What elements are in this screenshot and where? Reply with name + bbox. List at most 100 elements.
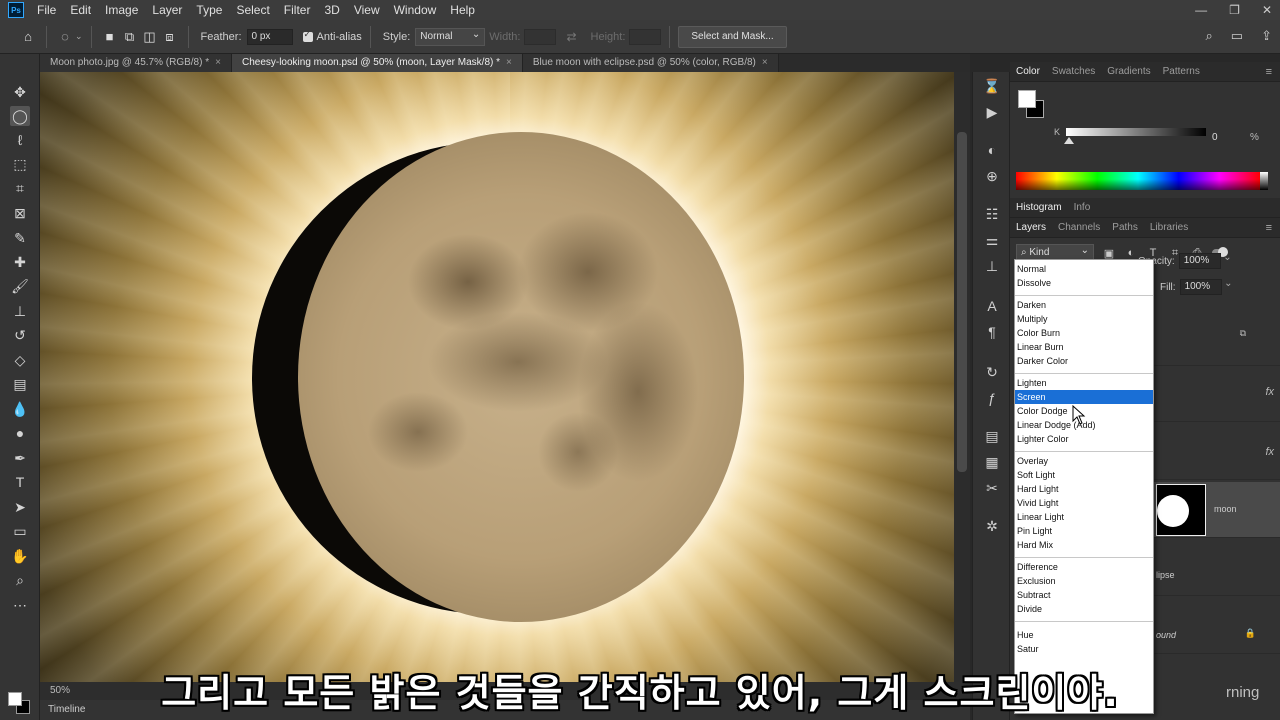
tools-panel-icon[interactable]: ✂	[982, 478, 1002, 498]
lasso-tool-icon[interactable]: ℓ	[10, 130, 30, 150]
hand-tool-icon[interactable]: ✋	[10, 546, 30, 566]
tab-layers[interactable]: Layers	[1010, 218, 1052, 238]
notes-panel-icon[interactable]: ▦	[982, 452, 1002, 472]
blend-multiply[interactable]: Multiply	[1015, 312, 1153, 326]
tab-gradients[interactable]: Gradients	[1101, 62, 1156, 82]
adjustments-panel-icon[interactable]: ◐	[982, 140, 1002, 160]
blend-linear-light[interactable]: Linear Light	[1015, 510, 1153, 524]
menu-window[interactable]: Window	[387, 0, 444, 20]
blend-saturation[interactable]: Satur	[1015, 642, 1153, 656]
elliptical-marquee-icon[interactable]: ◌	[55, 27, 75, 47]
close-icon[interactable]: ×	[506, 57, 512, 68]
dodge-tool-icon[interactable]: ●	[10, 423, 30, 443]
pen-tool-icon[interactable]: ✒	[10, 448, 30, 468]
rectangle-tool-icon[interactable]: ▭	[10, 521, 30, 541]
eraser-tool-icon[interactable]: ◇	[10, 350, 30, 370]
layer-mask-thumbnail[interactable]	[1156, 484, 1206, 536]
workspace-icon[interactable]: ▭	[1231, 28, 1243, 44]
brushes-panel-icon[interactable]: ☷	[982, 204, 1002, 224]
tab-moon-photo[interactable]: Moon photo.jpg @ 45.7% (RGB/8) * ×	[40, 54, 232, 72]
search-icon[interactable]: ⌕	[1206, 28, 1213, 44]
fx-badge[interactable]: fx	[1265, 446, 1274, 458]
fx-badge[interactable]: fx	[1265, 386, 1274, 398]
chevron-down-icon[interactable]: ⌄	[75, 31, 83, 42]
blend-lighten[interactable]: Lighten	[1015, 376, 1153, 390]
history-panel-icon[interactable]: ⌛	[982, 76, 1002, 96]
crop-tool-icon[interactable]: ⌗	[10, 178, 30, 198]
home-icon[interactable]: ⌂	[18, 27, 38, 47]
tab-histogram[interactable]: Histogram	[1010, 198, 1068, 218]
layer-row-background[interactable]: ound 🔒	[1150, 598, 1280, 654]
tab-blue-moon[interactable]: Blue moon with eclipse.psd @ 50% (color,…	[522, 54, 779, 72]
menu-image[interactable]: Image	[98, 0, 145, 20]
paragraph-panel-icon[interactable]: ¶	[982, 322, 1002, 342]
blend-subtract[interactable]: Subtract	[1015, 588, 1153, 602]
feather-input[interactable]: 0 px	[246, 28, 293, 45]
close-icon[interactable]: ×	[215, 57, 221, 68]
move-tool-icon[interactable]: ✥	[10, 82, 30, 102]
blend-mode-dropdown[interactable]: Normal Dissolve Darken Multiply Color Bu…	[1014, 259, 1154, 714]
character-panel-icon[interactable]: A	[982, 296, 1002, 316]
layer-row[interactable]: ⧉	[1150, 310, 1280, 366]
blend-pin-light[interactable]: Pin Light	[1015, 524, 1153, 538]
more-tools-icon[interactable]: ⋯	[10, 595, 30, 615]
menu-file[interactable]: File	[30, 0, 63, 20]
glyphs-icon[interactable]: ↻	[982, 362, 1002, 382]
menu-filter[interactable]: Filter	[277, 0, 318, 20]
menu-layer[interactable]: Layer	[145, 0, 189, 20]
scrollbar-thumb[interactable]	[957, 132, 967, 472]
brush-settings-icon[interactable]: ⚌	[982, 230, 1002, 250]
blend-difference[interactable]: Difference	[1015, 560, 1153, 574]
frame-tool-icon[interactable]: ⊠	[10, 203, 30, 223]
document-canvas[interactable]	[40, 72, 954, 692]
clone-source-icon[interactable]: ⊥	[982, 256, 1002, 276]
layer-row[interactable]: fx	[1150, 366, 1280, 422]
tab-patterns[interactable]: Patterns	[1157, 62, 1206, 82]
tab-paths[interactable]: Paths	[1106, 218, 1144, 238]
lock-icon[interactable]: 🔒	[1245, 628, 1256, 639]
layer-row-eclipse[interactable]: lipse	[1150, 540, 1280, 596]
gradient-tool-icon[interactable]: ▤	[10, 374, 30, 394]
blend-divide[interactable]: Divide	[1015, 602, 1153, 616]
blend-vivid-light[interactable]: Vivid Light	[1015, 496, 1153, 510]
close-icon[interactable]: ✕	[1262, 3, 1272, 17]
healing-brush-tool-icon[interactable]: ✚	[10, 252, 30, 272]
tab-cheesy-moon[interactable]: Cheesy-looking moon.psd @ 50% (moon, Lay…	[231, 54, 523, 72]
zoom-tool-icon[interactable]: ⌕	[10, 570, 30, 590]
restore-icon[interactable]: ❐	[1229, 3, 1240, 17]
blend-lighter-color[interactable]: Lighter Color	[1015, 432, 1153, 446]
tab-libraries[interactable]: Libraries	[1144, 218, 1194, 238]
3d-panel-icon[interactable]: ✲	[982, 516, 1002, 536]
blend-hard-light[interactable]: Hard Light	[1015, 482, 1153, 496]
close-icon[interactable]: ×	[762, 57, 768, 68]
layer-row-moon[interactable]: moon	[1150, 482, 1280, 538]
add-selection-icon[interactable]: ⧉	[120, 27, 140, 47]
blend-linear-burn[interactable]: Linear Burn	[1015, 340, 1153, 354]
actions-panel-icon[interactable]: ▶	[982, 102, 1002, 122]
antialias-checkbox[interactable]	[302, 29, 313, 42]
foreground-color-chip[interactable]	[1018, 90, 1036, 108]
tab-info[interactable]: Info	[1068, 198, 1097, 218]
menu-help[interactable]: Help	[443, 0, 482, 20]
menu-view[interactable]: View	[347, 0, 387, 20]
menu-select[interactable]: Select	[229, 0, 276, 20]
fx-panel-icon[interactable]: ƒ	[982, 388, 1002, 408]
blend-darken[interactable]: Darken	[1015, 298, 1153, 312]
black-white-ramp[interactable]	[1260, 172, 1268, 190]
panel-menu-icon[interactable]: ≡	[1266, 66, 1272, 78]
tab-channels[interactable]: Channels	[1052, 218, 1106, 238]
path-selection-tool-icon[interactable]: ➤	[10, 497, 30, 517]
tab-color[interactable]: Color	[1010, 62, 1046, 82]
blend-hard-mix[interactable]: Hard Mix	[1015, 538, 1153, 552]
minimize-icon[interactable]: —	[1195, 3, 1207, 17]
properties-panel-icon[interactable]: ▤	[982, 426, 1002, 446]
menu-3d[interactable]: 3D	[317, 0, 346, 20]
k-value[interactable]: 0	[1212, 132, 1242, 146]
blend-hue[interactable]: Hue	[1015, 628, 1153, 642]
subtract-selection-icon[interactable]: ◫	[140, 27, 160, 47]
select-and-mask-button[interactable]: Select and Mask...	[678, 25, 787, 48]
panel-menu-icon[interactable]: ≡	[1266, 222, 1272, 234]
tab-swatches[interactable]: Swatches	[1046, 62, 1101, 82]
k-slider[interactable]	[1066, 128, 1206, 136]
adjustment-filter-icon[interactable]: ◐	[1124, 246, 1138, 260]
